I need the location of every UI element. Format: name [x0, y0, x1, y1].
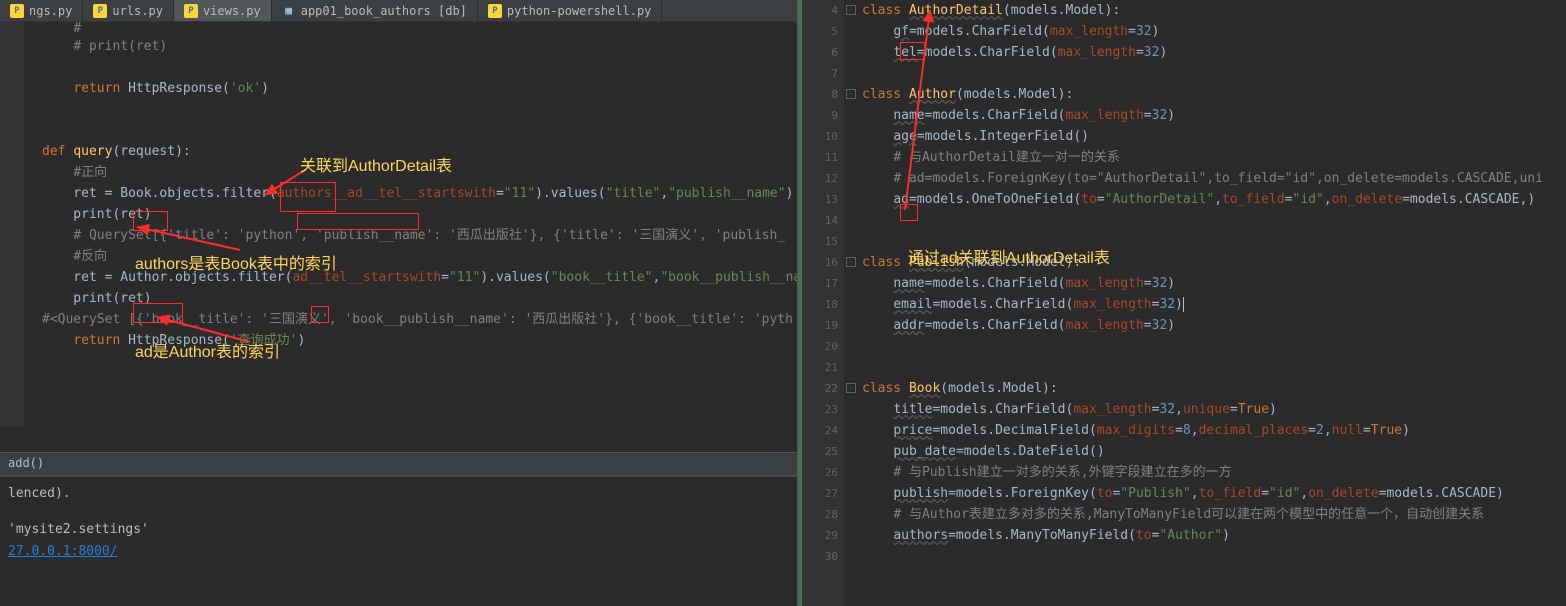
right-editor-pane: 4567891011121314151617181920212223242526…: [798, 0, 1566, 606]
code-line[interactable]: class AuthorDetail(models.Model):: [862, 0, 1566, 21]
code-line[interactable]: # 与Publish建立一对多的关系,外键字段建立在多的一方: [862, 462, 1566, 483]
code-line[interactable]: return HttpResponse('ok'): [42, 78, 798, 99]
console-output[interactable]: lenced). 'mysite2.settings' 27.0.0.1:800…: [0, 476, 797, 606]
line-gutter: [0, 22, 24, 427]
left-editor-pane: Pngs.py Purls.py Pviews.py ▦ app01_book_a…: [0, 0, 798, 606]
python-icon: P: [184, 4, 198, 18]
fold-toggle[interactable]: -: [846, 89, 856, 99]
code-line[interactable]: #正向: [42, 162, 798, 183]
tab-ngs[interactable]: Pngs.py: [0, 0, 83, 21]
python-icon: P: [488, 4, 502, 18]
code-line[interactable]: authors=models.ManyToManyField(to="Autho…: [862, 525, 1566, 546]
code-line[interactable]: class Publish(models.Model):: [862, 252, 1566, 273]
code-line[interactable]: ad=models.OneToOneField(to="AuthorDetail…: [862, 189, 1566, 210]
tab-label: python-powershell.py: [507, 4, 652, 18]
code-line[interactable]: [862, 210, 1566, 231]
code-line[interactable]: publish=models.ForeignKey(to="Publish",t…: [862, 483, 1566, 504]
code-line[interactable]: [862, 357, 1566, 378]
code-line[interactable]: addr=models.CharField(max_length=32): [862, 315, 1566, 336]
code-line[interactable]: pub_date=models.DateField(): [862, 441, 1566, 462]
fold-toggle[interactable]: -: [846, 257, 856, 267]
fold-toggle[interactable]: -: [846, 383, 856, 393]
code-line[interactable]: [42, 57, 798, 78]
code-area[interactable]: class AuthorDetail(models.Model): gf=mod…: [862, 0, 1566, 606]
code-line[interactable]: def query(request):: [42, 141, 798, 162]
code-line[interactable]: return HttpResponse('查询成功'): [42, 330, 798, 351]
code-line[interactable]: # print(ret): [42, 36, 798, 57]
vcs-change-bar: [798, 0, 802, 606]
tab-db[interactable]: ▦ app01_book_authors [db]: [272, 0, 478, 21]
code-line[interactable]: ret = Author.objects.filter(ad__tel__sta…: [42, 267, 798, 288]
code-line[interactable]: print(ret): [42, 288, 798, 309]
table-icon: ▦: [282, 4, 296, 18]
code-area[interactable]: # # print(ret) return HttpResponse('ok')…: [42, 22, 798, 427]
code-line[interactable]: # 与AuthorDetail建立一对一的关系: [862, 147, 1566, 168]
fold-toggle[interactable]: -: [846, 5, 856, 15]
code-line[interactable]: gf=models.CharField(max_length=32): [862, 21, 1566, 42]
code-line[interactable]: ret = Book.objects.filter(authors__ad__t…: [42, 183, 798, 204]
breadcrumb-text: add(): [8, 456, 44, 470]
code-line[interactable]: name=models.CharField(max_length=32): [862, 273, 1566, 294]
left-editor[interactable]: # # print(ret) return HttpResponse('ok')…: [0, 22, 797, 427]
code-line[interactable]: [42, 120, 798, 141]
tab-label: ngs.py: [29, 4, 72, 18]
code-line[interactable]: [862, 231, 1566, 252]
code-line[interactable]: # QuerySet[{'title': 'python', 'publish_…: [42, 225, 798, 246]
breadcrumb-bar[interactable]: add(): [0, 452, 797, 476]
code-line[interactable]: email=models.CharField(max_length=32): [862, 294, 1566, 315]
code-line[interactable]: [862, 336, 1566, 357]
line-gutter: 4567891011121314151617181920212223242526…: [798, 0, 844, 606]
code-line[interactable]: [42, 99, 798, 120]
code-line[interactable]: [862, 546, 1566, 567]
code-line[interactable]: tel=models.CharField(max_length=32): [862, 42, 1566, 63]
tab-bar: Pngs.py Purls.py Pviews.py ▦ app01_book_a…: [0, 0, 797, 22]
code-line[interactable]: # 与Author表建立多对多的关系,ManyToManyField可以建在两个…: [862, 504, 1566, 525]
console-line: lenced).: [8, 483, 789, 505]
code-line[interactable]: title=models.CharField(max_length=32,uni…: [862, 399, 1566, 420]
right-editor[interactable]: 4567891011121314151617181920212223242526…: [798, 0, 1566, 606]
code-line[interactable]: #反向: [42, 246, 798, 267]
code-line[interactable]: print(ret): [42, 204, 798, 225]
fold-column: [24, 22, 42, 427]
tab-urls[interactable]: Purls.py: [83, 0, 174, 21]
code-line[interactable]: class Book(models.Model):: [862, 378, 1566, 399]
code-line[interactable]: [42, 351, 798, 372]
code-line[interactable]: class Author(models.Model):: [862, 84, 1566, 105]
tab-label: urls.py: [112, 4, 163, 18]
fold-column: - - - -: [844, 0, 862, 606]
tab-views[interactable]: Pviews.py: [174, 0, 272, 21]
code-line[interactable]: #<QuerySet [{'book__title': '三国演义', 'boo…: [42, 309, 798, 330]
tab-label: views.py: [203, 4, 261, 18]
console-link[interactable]: 27.0.0.1:8000/: [8, 544, 118, 559]
code-line[interactable]: price=models.DecimalField(max_digits=8,d…: [862, 420, 1566, 441]
console-line: 'mysite2.settings': [8, 519, 789, 541]
code-line[interactable]: age=models.IntegerField(): [862, 126, 1566, 147]
python-icon: P: [93, 4, 107, 18]
code-line[interactable]: name=models.CharField(max_length=32): [862, 105, 1566, 126]
code-line[interactable]: # ad=models.ForeignKey(to="AuthorDetail"…: [862, 168, 1566, 189]
tab-powershell[interactable]: Ppython-powershell.py: [478, 0, 663, 21]
code-line[interactable]: [862, 63, 1566, 84]
tab-label: app01_book_authors [db]: [301, 4, 467, 18]
python-icon: P: [10, 4, 24, 18]
